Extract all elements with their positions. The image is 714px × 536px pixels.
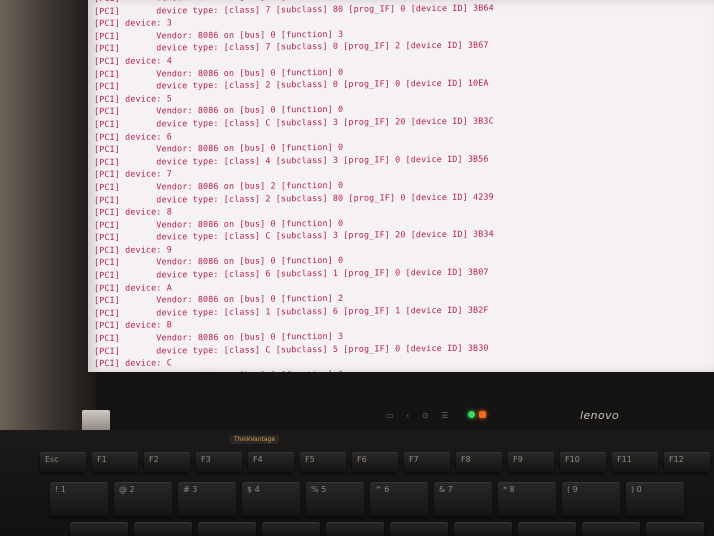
key-label: * 8 [503,485,515,494]
boot-console: [PCI] Vendor: 8086 on [bus] 0 [function]… [94,0,714,372]
battery-led-icon [479,411,486,418]
keyboard-key[interactable]: F6 [352,452,398,472]
key-label: % 5 [311,485,327,494]
keyboard-key[interactable]: F4 [248,452,294,472]
key-label: # 3 [183,485,198,494]
key-label: F3 [201,455,211,464]
keyboard-key[interactable]: F1 [92,452,138,472]
key-label: ( 9 [567,485,578,494]
key-label: ^ 6 [375,485,390,494]
keyboard-key[interactable] [134,522,192,536]
keyboard-key[interactable]: F9 [508,452,554,472]
keyboard-key[interactable]: * 8 [498,482,556,516]
laptop-screen: [PCI] Vendor: 8086 on [bus] 0 [function]… [88,0,714,372]
keyboard-key[interactable]: ^ 6 [370,482,428,516]
keyboard-key[interactable] [326,522,384,536]
keyboard-key[interactable] [198,522,256,536]
keyboard-key[interactable]: $ 4 [242,482,300,516]
keyboard-key[interactable]: F11 [612,452,658,472]
keyboard-key[interactable] [646,522,704,536]
status-indicator-icons: ▭ ‹ ⊙ ☰ [386,411,454,420]
key-label: F11 [617,455,632,464]
key-label: Esc [45,455,59,464]
key-label: F6 [357,455,367,464]
power-led-icon [468,411,475,418]
thinkvantage-button[interactable]: ThinkVantage [230,435,280,444]
keyboard-key[interactable]: ( 9 [562,482,620,516]
keyboard-key[interactable] [70,522,128,536]
key-label: F2 [149,455,159,464]
keyboard-key[interactable]: F2 [144,452,190,472]
keyboard-key[interactable]: % 5 [306,482,364,516]
keyboard-key[interactable]: ! 1 [50,482,108,516]
key-label: F5 [305,455,315,464]
key-label: F1 [97,455,107,464]
keyboard-key[interactable]: F12 [664,452,710,472]
key-label: F12 [669,455,684,464]
keyboard-key[interactable]: F10 [560,452,606,472]
key-label: $ 4 [247,485,260,494]
key-label: F10 [565,455,580,464]
keyboard-key[interactable]: F3 [196,452,242,472]
key-label: & 7 [439,485,453,494]
keyboard-key[interactable] [582,522,640,536]
brand-logo: lenovo [580,409,620,422]
keyboard-key[interactable] [262,522,320,536]
key-label: F7 [409,455,419,464]
keyboard-key[interactable] [454,522,512,536]
key-label: F9 [513,455,523,464]
keyboard-key[interactable]: ) 0 [626,482,684,516]
keyboard-key[interactable]: F5 [300,452,346,472]
keyboard-key[interactable]: F8 [456,452,502,472]
keyboard-key[interactable]: & 7 [434,482,492,516]
key-label: ! 1 [55,485,66,494]
keyboard-key[interactable]: @ 2 [114,482,172,516]
key-label: F8 [461,455,471,464]
key-label: @ 2 [119,485,135,494]
keyboard-key[interactable]: Esc [40,452,86,472]
keyboard-key[interactable]: # 3 [178,482,236,516]
bezel-left-edge [0,0,96,430]
keyboard-key[interactable]: F7 [404,452,450,472]
key-label: F4 [253,455,263,464]
keyboard-key[interactable] [390,522,448,536]
key-label: ) 0 [631,485,642,494]
keyboard-key[interactable] [518,522,576,536]
